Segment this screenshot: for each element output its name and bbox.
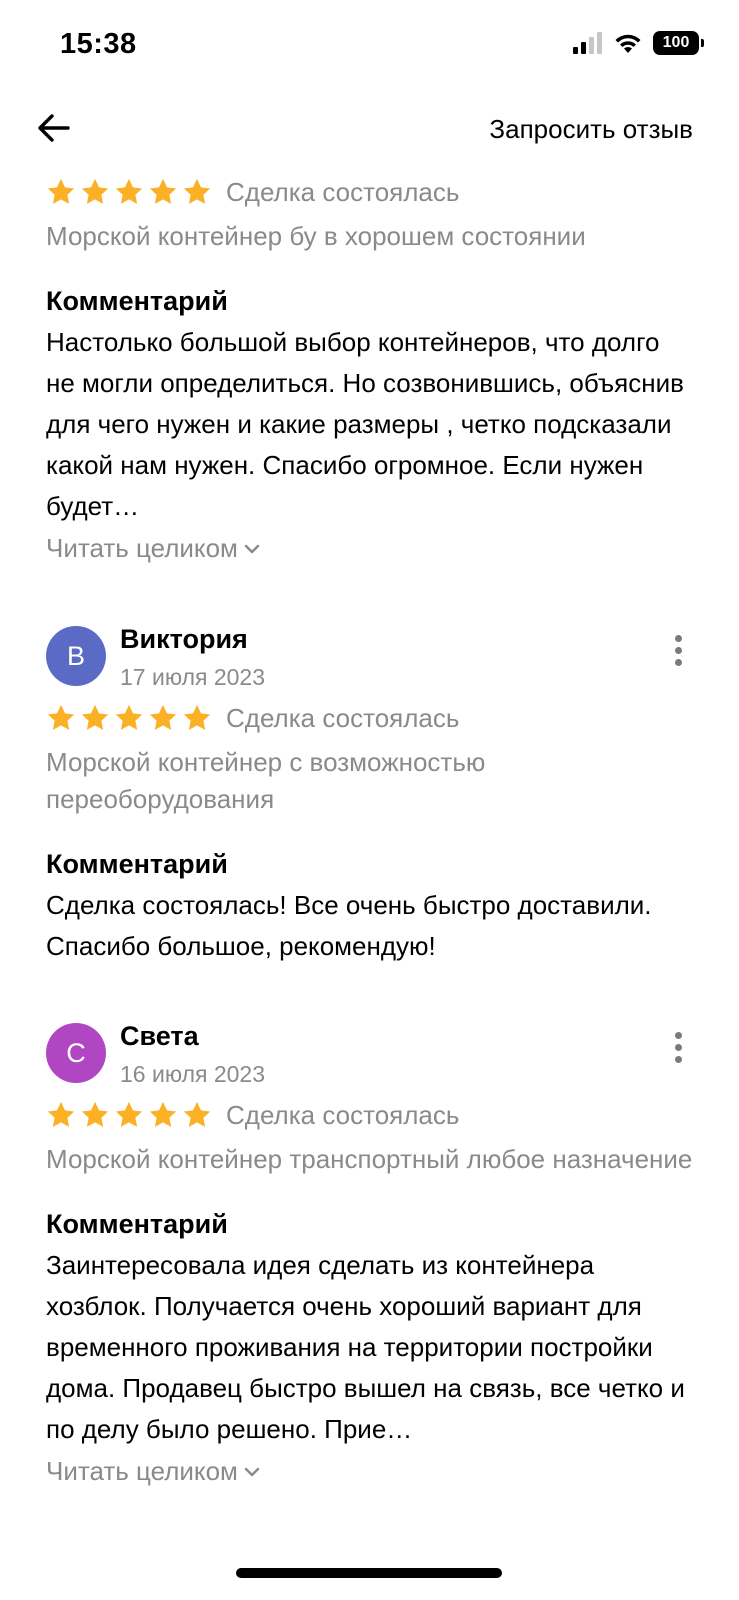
chevron-down-icon bbox=[244, 1467, 260, 1476]
status-icons: 100 bbox=[573, 31, 704, 55]
star-icon bbox=[47, 178, 75, 204]
status-time: 15:38 bbox=[60, 28, 137, 60]
item-title: Морской контейнер бу в хорошем состоянии bbox=[46, 221, 586, 251]
review-card: Сделка состоялась Морской контейнер бу в… bbox=[46, 172, 693, 564]
more-options-button[interactable] bbox=[663, 630, 693, 670]
avatar[interactable]: В bbox=[46, 626, 106, 686]
wifi-icon bbox=[615, 34, 641, 53]
more-vertical-icon bbox=[674, 634, 682, 642]
read-more-link[interactable]: Читать целиком bbox=[46, 1456, 693, 1487]
review-card: С Света 16 июля 2023 Сделка состоялась М… bbox=[46, 1021, 693, 1487]
deal-status: Сделка состоялась bbox=[226, 176, 460, 207]
review-card: В Виктория 17 июля 2023 Сделка состоялас… bbox=[46, 624, 693, 967]
star-icon bbox=[183, 178, 211, 204]
star-icon bbox=[115, 178, 143, 204]
request-review-button[interactable]: Запросить отзыв bbox=[489, 114, 693, 145]
comment-text: Сделка состоялась! Все очень быстро дост… bbox=[46, 890, 652, 961]
review-header: В Виктория 17 июля 2023 bbox=[46, 624, 693, 724]
review-header: С Света 16 июля 2023 bbox=[46, 1021, 693, 1121]
comment-text: Настолько большой выбор контейнеров, что… bbox=[46, 327, 684, 521]
star-icon bbox=[81, 178, 109, 204]
more-options-button[interactable] bbox=[663, 1027, 693, 1067]
comment-text: Заинтересовала идея сделать из контейнер… bbox=[46, 1250, 685, 1444]
status-bar: 15:38 100 bbox=[0, 0, 739, 96]
read-more-link[interactable]: Читать целиком bbox=[46, 533, 693, 564]
chevron-down-icon bbox=[244, 544, 260, 553]
reviewer-name[interactable]: Виктория bbox=[120, 624, 248, 655]
comment-heading: Комментарий bbox=[46, 1209, 228, 1239]
star-icon bbox=[149, 178, 177, 204]
home-indicator[interactable] bbox=[236, 1568, 502, 1578]
avatar[interactable]: С bbox=[46, 1023, 106, 1083]
rating-row: Сделка состоялась bbox=[46, 172, 693, 212]
rating-stars bbox=[46, 177, 212, 207]
item-title: Морской контейнер транспортный любое наз… bbox=[46, 1144, 693, 1174]
back-arrow-icon bbox=[38, 114, 70, 142]
review-date: 16 июля 2023 bbox=[120, 1061, 265, 1087]
comment-heading: Комментарий bbox=[46, 849, 228, 879]
comment-heading: Комментарий bbox=[46, 286, 228, 316]
read-more-label: Читать целиком bbox=[46, 1456, 238, 1486]
signal-icon bbox=[573, 32, 602, 54]
battery-icon: 100 bbox=[653, 31, 704, 55]
more-vertical-icon bbox=[674, 1031, 682, 1039]
back-button[interactable] bbox=[34, 108, 74, 148]
nav-bar: Запросить отзыв bbox=[0, 96, 739, 166]
reviewer-name[interactable]: Света bbox=[120, 1021, 199, 1052]
read-more-label: Читать целиком bbox=[46, 533, 238, 563]
item-title: Морской контейнер с возможностью переобо… bbox=[46, 747, 486, 814]
review-date: 17 июля 2023 bbox=[120, 664, 265, 690]
